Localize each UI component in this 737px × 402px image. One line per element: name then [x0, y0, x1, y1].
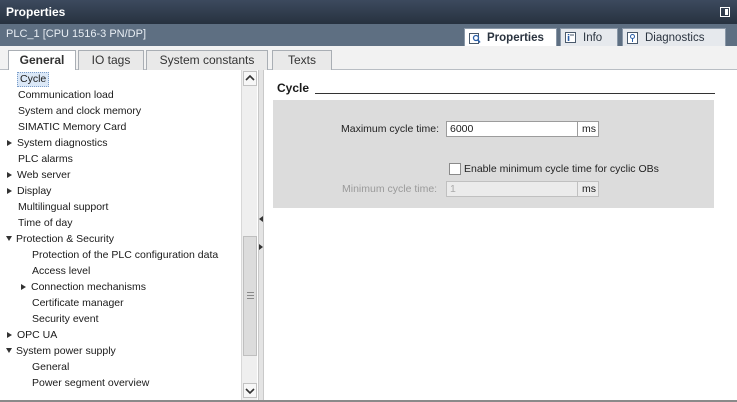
enable-min-cycle-label: Enable minimum cycle time for cyclic OBs: [464, 163, 659, 175]
scroll-up-button[interactable]: [243, 71, 257, 86]
diagnostics-icon: [627, 31, 639, 44]
nav-scrollbar[interactable]: [241, 70, 257, 400]
nav-item-simatic-memory-card[interactable]: SIMATIC Memory Card: [18, 120, 126, 135]
expand-icon[interactable]: [21, 284, 26, 290]
nav-item-access-level[interactable]: Access level: [32, 264, 90, 279]
nav-item-power-general[interactable]: General: [32, 360, 69, 375]
scroll-down-button[interactable]: [243, 383, 257, 398]
device-name: PLC_1 [CPU 1516-3 PN/DP]: [6, 28, 147, 40]
min-cycle-label: Minimum cycle time:: [342, 183, 438, 195]
collapse-left-icon[interactable]: [259, 216, 263, 222]
pane-splitter[interactable]: [258, 70, 264, 400]
nav-item-certificate-manager[interactable]: Certificate manager: [32, 296, 124, 311]
nav-item-plc-alarms[interactable]: PLC alarms: [18, 152, 73, 167]
nav-item-power-segment-overview[interactable]: Power segment overview: [32, 376, 149, 391]
nav-item-protection-plc-config[interactable]: Protection of the PLC configuration data: [32, 248, 218, 263]
nav-item-display[interactable]: Display: [7, 184, 51, 199]
title-bar: Properties: [0, 0, 737, 24]
nav-item-system-clock-memory[interactable]: System and clock memory: [18, 104, 141, 119]
navigation-tree: Cycle Communication load System and cloc…: [3, 70, 241, 400]
chevron-up-icon: [245, 74, 255, 81]
expand-icon[interactable]: [7, 140, 12, 146]
property-tabs: General IO tags System constants Texts: [0, 46, 737, 71]
min-cycle-unit: ms: [578, 181, 599, 197]
max-cycle-label: Maximum cycle time:: [341, 123, 440, 135]
enable-min-cycle-checkbox[interactable]: [449, 163, 461, 175]
nav-item-opc-ua[interactable]: OPC UA: [7, 328, 57, 343]
nav-item-protection-security[interactable]: Protection & Security: [6, 232, 114, 247]
nav-item-web-server[interactable]: Web server: [7, 168, 71, 183]
tab-texts[interactable]: Texts: [272, 50, 332, 70]
min-cycle-input[interactable]: 1: [446, 181, 578, 197]
nav-item-communication-load[interactable]: Communication load: [18, 88, 114, 103]
maximize-icon[interactable]: [720, 7, 730, 17]
max-cycle-input[interactable]: 6000: [446, 121, 578, 137]
properties-icon: [469, 32, 481, 44]
nav-item-time-of-day[interactable]: Time of day: [18, 216, 72, 231]
expand-icon[interactable]: [7, 172, 12, 178]
tab-general[interactable]: General: [8, 50, 76, 71]
tab-info[interactable]: i Info: [560, 28, 618, 46]
scroll-thumb[interactable]: [243, 236, 257, 356]
nav-item-connection-mechanisms[interactable]: Connection mechanisms: [21, 280, 146, 295]
chevron-down-icon: [245, 388, 255, 395]
max-cycle-unit: ms: [578, 121, 599, 137]
nav-item-cycle[interactable]: Cycle: [17, 72, 50, 87]
tab-diagnostics-label: Diagnostics: [645, 31, 705, 44]
tab-properties[interactable]: Properties: [464, 28, 557, 46]
section-title: Cycle: [277, 81, 310, 95]
tab-properties-label: Properties: [487, 31, 544, 44]
window-title: Properties: [6, 5, 66, 19]
info-icon: i: [565, 31, 577, 44]
collapse-icon[interactable]: [6, 236, 12, 241]
nav-item-system-power-supply[interactable]: System power supply: [6, 344, 116, 359]
section-divider: [315, 93, 715, 94]
expand-right-icon[interactable]: [259, 244, 263, 250]
tab-io-tags[interactable]: IO tags: [78, 50, 144, 70]
cycle-settings-panel: Maximum cycle time: 6000 ms Enable minim…: [273, 100, 714, 208]
nav-item-security-event[interactable]: Security event: [32, 312, 99, 327]
expand-icon[interactable]: [7, 188, 12, 194]
nav-item-multilingual-support[interactable]: Multilingual support: [18, 200, 108, 215]
tab-diagnostics[interactable]: Diagnostics: [622, 28, 726, 46]
svg-text:i: i: [567, 34, 570, 44]
tab-info-label: Info: [583, 31, 603, 44]
collapse-icon[interactable]: [6, 348, 12, 353]
tab-system-constants[interactable]: System constants: [146, 50, 268, 70]
nav-item-system-diagnostics[interactable]: System diagnostics: [7, 136, 107, 151]
expand-icon[interactable]: [7, 332, 12, 338]
inspector-header: PLC_1 [CPU 1516-3 PN/DP] Properties i In…: [0, 24, 737, 46]
properties-content: Cycle Maximum cycle time: 6000 ms Enable…: [265, 70, 737, 402]
